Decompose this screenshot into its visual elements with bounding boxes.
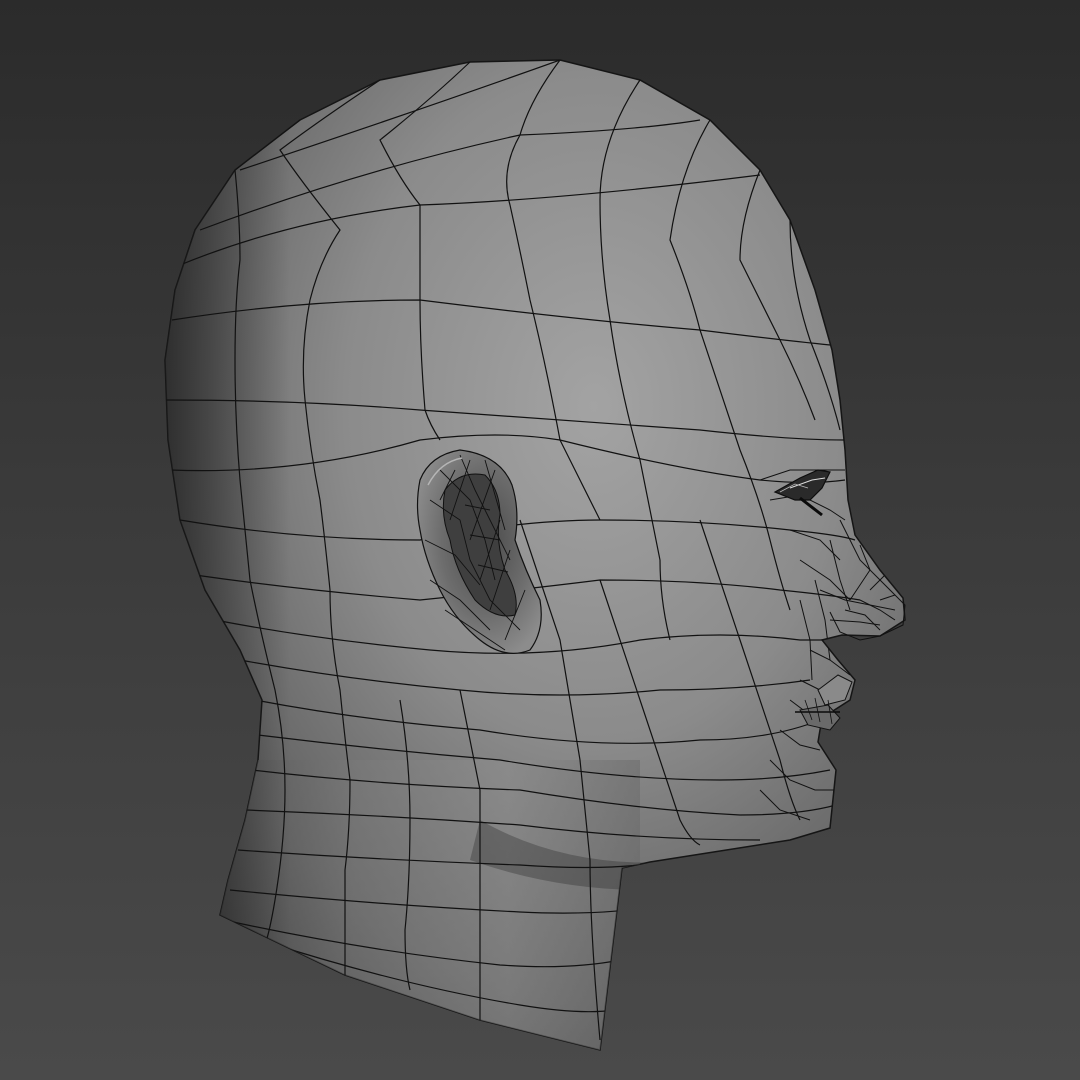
3d-viewport[interactable] (0, 0, 1080, 1080)
back-shadow (165, 60, 290, 1040)
head-model-render[interactable] (0, 0, 1080, 1080)
head-mesh[interactable] (150, 40, 906, 1060)
